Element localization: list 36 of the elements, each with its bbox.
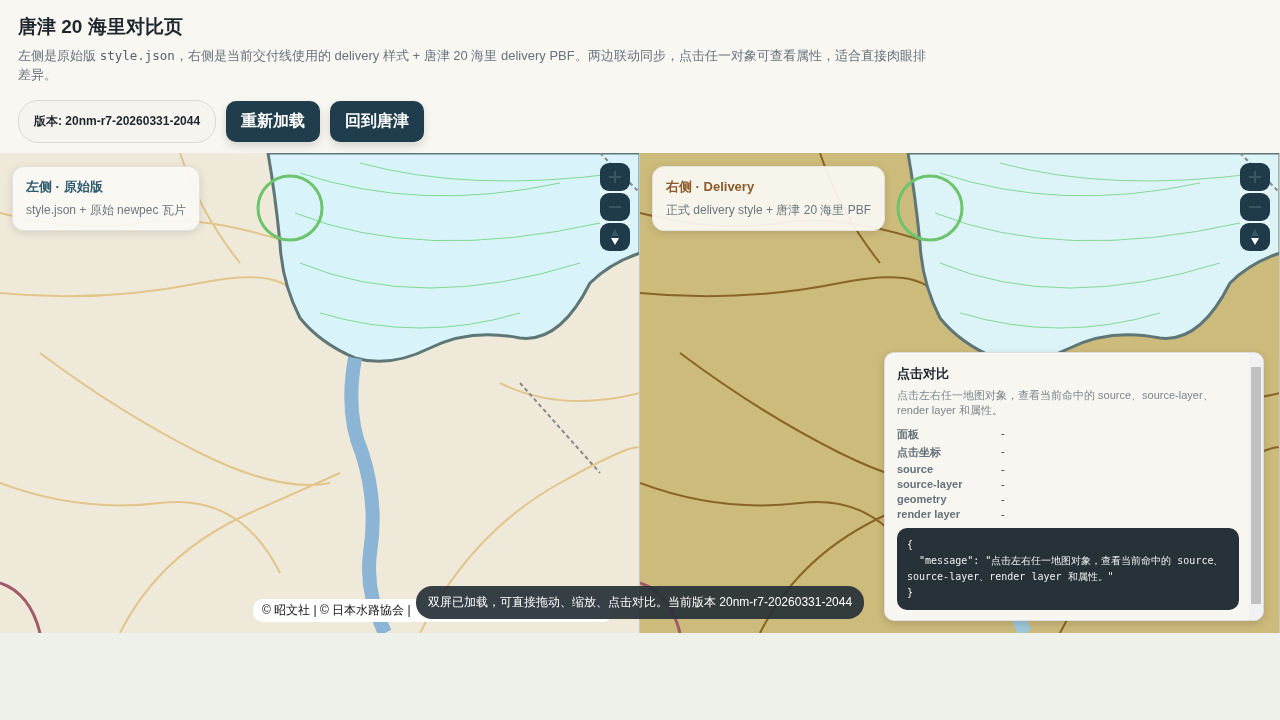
zoom-in-button[interactable] (1240, 163, 1270, 191)
panel-hint: 点击左右任一地图对象，查看当前命中的 source、source-layer、render layer 和属性。 (897, 388, 1215, 418)
reload-button[interactable]: 重新加载 (226, 101, 321, 142)
field-value: - (1001, 427, 1006, 441)
field-value: - (1001, 508, 1006, 520)
zoom-in-button[interactable] (600, 163, 630, 191)
json-code-block: { "message": "点击左右任一地图对象，查看当前命中的 source、source-layer、render layer 和属性。" } (897, 528, 1239, 610)
field-label: geometry (897, 493, 948, 505)
compass-button[interactable] (1240, 223, 1270, 251)
field-value: - (1001, 493, 1006, 505)
panel-title: 点击对比 (897, 365, 950, 383)
version-badge: 版本: 20nm-r7-20260331-2044 (18, 100, 217, 143)
map-label-subtitle: style.json + 原始 newpec 瓦片 (26, 202, 186, 219)
page-title: 唐津 20 海里对比页 (18, 15, 184, 39)
field-label: 面板 (897, 427, 920, 442)
field-value: - (1001, 445, 1006, 459)
zoom-in-icon (1249, 171, 1261, 183)
status-message: 双屏已加载，可直接拖动、缩放、点击对比。当前版本 20nm-r7-20260331-2044 (416, 586, 865, 619)
zoom-in-icon (609, 171, 621, 183)
map-label-title: 右侧 · Delivery (666, 178, 756, 196)
compass-icon (1251, 229, 1259, 245)
zoom-out-button[interactable] (600, 193, 630, 221)
field-value: - (1001, 463, 1006, 475)
field-label: 点击坐标 (897, 445, 942, 460)
page-description: 左侧是原始版 style.json，右侧是当前交付线使用的 delivery 样式 + 唐津 20 海里 delivery PBF。两边联动同步，点击任一对象可查看属性，适合直接肉眼排差异。 (18, 47, 927, 84)
map-label-subtitle: 正式 delivery style + 唐津 20 海里 PBF (666, 202, 872, 219)
compass-icon (611, 229, 619, 245)
map-label-title: 左侧 · 原始版 (26, 178, 104, 196)
field-label: source-layer (897, 478, 964, 490)
scrollbar[interactable] (1249, 353, 1263, 620)
compass-button[interactable] (600, 223, 630, 251)
field-label: render layer (897, 508, 961, 520)
field-label: source (897, 463, 935, 475)
field-value: - (1001, 478, 1006, 490)
zoom-out-button[interactable] (1240, 193, 1270, 221)
home-button[interactable]: 回到唐津 (330, 101, 425, 142)
